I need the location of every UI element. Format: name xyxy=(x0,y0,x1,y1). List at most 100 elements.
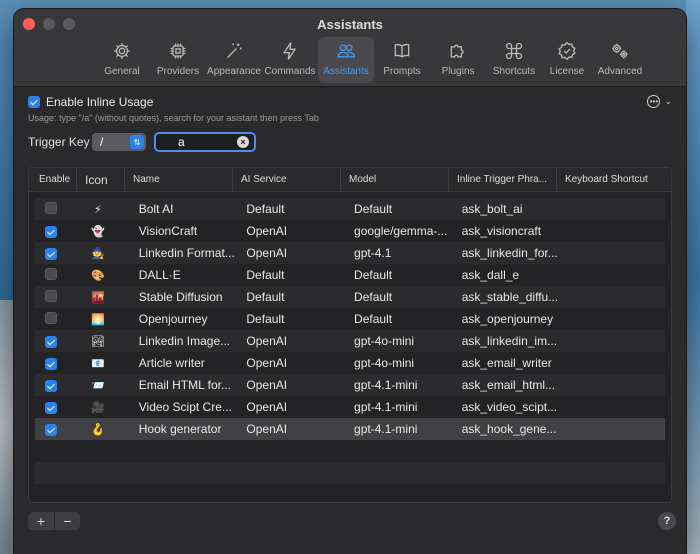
tab-plugins[interactable]: Plugins xyxy=(430,37,486,83)
tab-assistants-label: Assistants xyxy=(323,66,369,77)
enable-inline-usage-checkbox[interactable] xyxy=(28,96,40,108)
bolt-icon xyxy=(282,42,297,60)
assistants-table: Enable Icon Name AI Service Model Inline… xyxy=(28,167,672,503)
assistant-icon: 🎥 xyxy=(91,402,105,414)
enable-checkbox[interactable] xyxy=(45,267,57,280)
assistant-icon: 🧙 xyxy=(91,248,105,260)
name-cell: Linkedin Image... xyxy=(138,334,231,348)
column-header-model[interactable]: Model xyxy=(341,168,449,192)
enable-checkbox[interactable] xyxy=(45,201,57,214)
enable-checkbox[interactable] xyxy=(45,380,57,393)
enable-checkbox[interactable] xyxy=(45,226,57,239)
badge-check-icon xyxy=(558,41,576,61)
empty-table-row xyxy=(35,462,665,484)
enable-checkbox[interactable] xyxy=(45,248,57,261)
enable-cell xyxy=(35,356,83,371)
enable-checkbox[interactable] xyxy=(45,424,57,437)
column-header-enable[interactable]: Enable xyxy=(29,168,77,192)
model-cell: gpt-4o-mini xyxy=(354,334,415,348)
desktop-background-right xyxy=(686,0,700,554)
ai-service-cell: Default xyxy=(246,290,285,304)
ai-service-cell: OpenAI xyxy=(246,422,288,436)
more-options-button[interactable]: ••• ⌄ xyxy=(647,95,672,108)
name-cell: VisionCraft xyxy=(138,224,198,238)
tab-license[interactable]: License xyxy=(542,37,592,83)
model-cell: Default xyxy=(354,312,393,326)
trigger-phrase-cell: ask_linkedin_im... xyxy=(461,334,558,348)
remove-assistant-button[interactable]: − xyxy=(54,512,80,530)
tab-prompts-label: Prompts xyxy=(383,66,421,77)
enable-checkbox[interactable] xyxy=(45,289,57,302)
table-row[interactable]: 🧙 Linkedin Format... OpenAI gpt-4.1 ask_link… xyxy=(35,242,665,264)
tab-shortcuts-label: Shortcuts xyxy=(492,66,536,77)
trigger-key-select[interactable]: / ⇅ xyxy=(92,133,146,151)
ai-service-cell: OpenAI xyxy=(246,246,288,260)
help-button[interactable]: ? xyxy=(658,512,676,530)
trigger-phrase-cell: ask_hook_gene... xyxy=(461,422,557,436)
people-icon xyxy=(337,44,356,58)
model-cell: google/gemma-... xyxy=(354,224,448,238)
table-row[interactable]: 🪝 Hook generator OpenAI gpt-4.1-mini ask_hoo… xyxy=(35,418,665,440)
assistant-icon: 🌇 xyxy=(91,292,105,304)
tab-providers[interactable]: Providers xyxy=(150,37,206,83)
assistant-icon: 📨 xyxy=(91,380,105,392)
model-cell: gpt-4.1-mini xyxy=(354,422,418,436)
gear-icon xyxy=(114,43,130,59)
column-header-ai-service[interactable]: AI Service xyxy=(233,168,341,192)
enable-checkbox[interactable] xyxy=(45,402,57,415)
table-row[interactable]: 🌇 Stable Diffusion Default Default ask_stabl… xyxy=(35,286,665,308)
ai-service-cell: OpenAI xyxy=(246,378,288,392)
table-row[interactable]: 📧 Article writer OpenAI gpt-4o-mini ask_emai… xyxy=(35,352,665,374)
tab-advanced[interactable]: Advanced xyxy=(592,37,648,83)
enable-cell xyxy=(35,400,83,415)
enable-checkbox[interactable] xyxy=(45,336,57,349)
assistant-search-input[interactable]: a × xyxy=(154,132,256,152)
column-header-keyboard-shortcut[interactable]: Keyboard Shortcut xyxy=(557,168,661,192)
table-row[interactable]: 🎥 Video Scipt Cre... OpenAI gpt-4.1-mini ask… xyxy=(35,396,665,418)
table-row[interactable]: 🏞 Linkedin Image... OpenAI gpt-4o-mini ask_l… xyxy=(35,330,665,352)
icon-cell: 📧 xyxy=(83,356,131,370)
ai-service-cell: OpenAI xyxy=(246,224,288,238)
table-row[interactable]: 📨 Email HTML for... OpenAI gpt-4.1-mini ask_… xyxy=(35,374,665,396)
tab-shortcuts[interactable]: Shortcuts xyxy=(486,37,542,83)
ai-service-cell: OpenAI xyxy=(246,356,288,370)
icon-cell: ⚡ xyxy=(83,202,131,216)
name-cell: Video Scipt Cre... xyxy=(138,400,232,414)
trigger-phrase-cell: ask_visioncraft xyxy=(461,224,542,238)
name-cell: Linkedin Format... xyxy=(138,246,235,260)
name-cell: Email HTML for... xyxy=(138,378,231,392)
clear-search-icon[interactable]: × xyxy=(237,136,249,148)
preferences-toolbar: General Providers Appearance Commands As… xyxy=(94,37,648,83)
column-header-trigger-phrase[interactable]: Inline Trigger Phra... xyxy=(449,168,557,192)
enable-checkbox[interactable] xyxy=(45,311,57,324)
name-cell: Hook generator xyxy=(138,422,222,436)
tab-general[interactable]: General xyxy=(94,37,150,83)
table-row[interactable]: 🎨 DALL·E Default Default ask_dall_e xyxy=(35,264,665,286)
icon-cell: 🎨 xyxy=(83,268,131,282)
column-header-name[interactable]: Name xyxy=(125,168,233,192)
add-assistant-button[interactable]: + xyxy=(28,512,54,530)
enable-cell xyxy=(35,224,83,239)
tab-commands-label: Commands xyxy=(264,66,316,77)
tab-prompts[interactable]: Prompts xyxy=(374,37,430,83)
tab-commands[interactable]: Commands xyxy=(262,37,318,83)
column-header-icon[interactable]: Icon xyxy=(77,168,125,192)
enable-checkbox[interactable] xyxy=(45,358,57,371)
assistant-icon: 🪝 xyxy=(91,424,105,436)
model-cell: gpt-4.1-mini xyxy=(354,378,418,392)
tab-plugins-label: Plugins xyxy=(441,66,475,77)
trigger-phrase-cell: ask_email_html... xyxy=(461,378,556,392)
title-bar: Assistants General Providers Appearance … xyxy=(14,9,686,87)
model-cell: gpt-4.1 xyxy=(354,246,392,260)
tab-assistants[interactable]: Assistants xyxy=(318,37,374,83)
table-row[interactable]: 👻 VisionCraft OpenAI google/gemma-... ask_vi… xyxy=(35,220,665,242)
trigger-key-label: Trigger Key xyxy=(28,135,90,149)
inline-usage-section: Enable Inline Usage Usage: type "/a" (wi… xyxy=(28,93,672,153)
ellipsis-icon: ••• xyxy=(647,95,661,108)
table-row[interactable]: 🌅 Openjourney Default Default ask_openjourne… xyxy=(35,308,665,330)
table-row[interactable]: ⚡ Bolt AI Default Default ask_bolt_ai xyxy=(35,198,665,220)
enable-cell xyxy=(35,378,83,393)
tab-appearance[interactable]: Appearance xyxy=(206,37,262,83)
icon-cell: 🌅 xyxy=(83,312,131,326)
assistant-icon: ⚡ xyxy=(94,204,102,216)
